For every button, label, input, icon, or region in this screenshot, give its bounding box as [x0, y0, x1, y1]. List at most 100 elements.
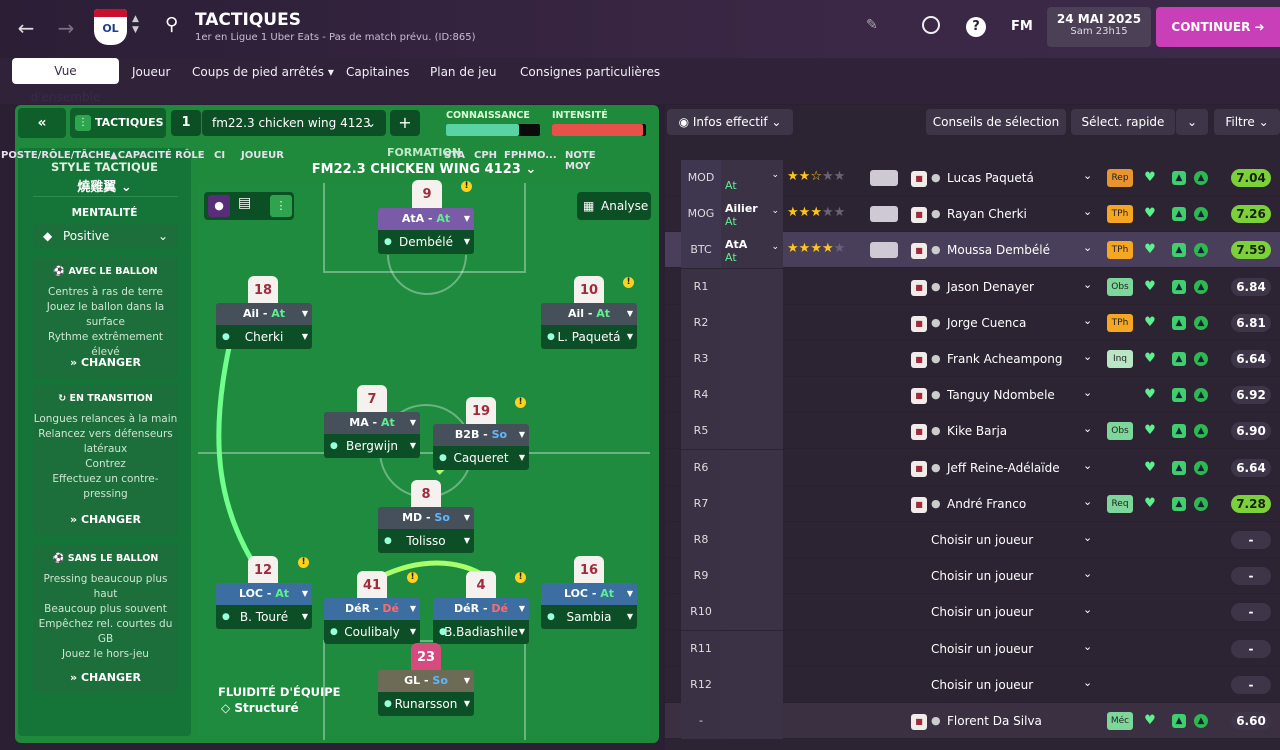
role-dropdown[interactable]: AtA - At ▼ [378, 208, 474, 230]
role-dropdown[interactable]: Ail - At ▼ [216, 303, 312, 325]
tab-instructions[interactable]: Consignes particulières [512, 60, 668, 84]
player-name[interactable]: André Franco [947, 486, 1026, 522]
player-name[interactable]: ● B.Badiashile ▼ [433, 620, 529, 644]
chevron-down-icon[interactable]: ⌄ [1176, 109, 1208, 135]
date-box[interactable]: 24 MAI 2025 Sam 23h15 [1047, 7, 1151, 47]
chevron-down-icon[interactable]: ⌄ [1083, 350, 1092, 363]
squad-info-dropdown[interactable]: ◉ Infos effectif ⌄ [667, 109, 793, 135]
tab-overview[interactable]: Vue d'ensemble [12, 58, 119, 104]
player-name[interactable]: ● Cherki ▼ [216, 325, 312, 349]
player-card[interactable]: B2B - So ▼ ● Caqueret ▼ [433, 424, 529, 470]
tab-player[interactable]: Joueur [124, 60, 178, 84]
tactic-slot[interactable]: 1 [171, 110, 201, 136]
collapse-icon[interactable]: « [18, 108, 66, 138]
table-row[interactable]: R1 ■ ● Jason Denayer ⌄ Obs ♥ ▲ ▲ 6.84 [665, 268, 1280, 305]
chevron-down-icon[interactable]: ⌄ [1083, 459, 1092, 472]
mentality-dropdown[interactable]: ◆ Positive ⌄ [33, 224, 178, 248]
back-icon[interactable]: ← [12, 16, 40, 40]
tab-captains[interactable]: Capitaines [338, 60, 417, 84]
player-name[interactable]: Choisir un joueur [931, 522, 1033, 558]
table-row[interactable]: - ■ ● Florent Da Silva Méc ♥ ▲ ▲ 6.60 [665, 703, 1280, 739]
col-position[interactable]: POSTE/RÔLE/TÂCHE [1, 150, 111, 161]
role-dropdown[interactable]: LOC - At ▼ [216, 583, 312, 605]
player-card[interactable]: AtA - At ▼ ● Dembélé ▼ [378, 208, 474, 254]
player-name[interactable]: ● Bergwijn ▼ [324, 434, 420, 458]
role-cell[interactable]: AtA At ⌄ [721, 232, 783, 269]
player-name[interactable]: Choisir un joueur [931, 631, 1033, 667]
role-dropdown[interactable]: DéR - Dé ▼ [433, 598, 529, 620]
player-name[interactable]: ● Tolisso ▼ [378, 529, 474, 553]
role-cell[interactable] [721, 413, 783, 450]
chevron-down-icon[interactable]: ⌄ [1083, 495, 1092, 508]
table-row[interactable]: MOG Ailier At ⌄ ★★★★★ ■ ● Rayan Cherki ⌄ TPh ♥ ▲ ▲ 7.… [665, 196, 1280, 233]
player-name[interactable]: Jason Denayer [947, 269, 1034, 305]
player-card[interactable]: LOC - At ▼ ● Sambia ▼ [541, 583, 637, 629]
col-mo[interactable]: MO... [527, 150, 557, 161]
tab-set-pieces[interactable]: Coups de pied arrêtés ▾ [184, 60, 342, 84]
table-row[interactable]: R11 Choisir un joueur ⌄ - [665, 630, 1280, 667]
table-row[interactable]: R9 Choisir un joueur ⌄ - [665, 558, 1280, 595]
col-ci[interactable]: CI [214, 150, 225, 161]
warning-icon[interactable]: ! [407, 572, 418, 583]
chevron-down-icon[interactable]: ⌄ [1083, 241, 1092, 254]
chevron-down-icon[interactable]: ⌄ [1083, 169, 1092, 182]
player-card[interactable]: DéR - Dé ▼ ● B.Badiashile ▼ [433, 598, 529, 644]
role-cell[interactable]: At ⌄ [721, 160, 783, 196]
player-name[interactable]: Tanguy Ndombele [947, 377, 1055, 413]
chevron-down-icon[interactable]: ⌄ [1083, 603, 1092, 616]
player-card[interactable]: Ail - At ▼ ● Cherki ▼ [216, 303, 312, 349]
player-card[interactable]: LOC - At ▼ ● B. Touré ▼ [216, 583, 312, 629]
role-dropdown[interactable]: B2B - So ▼ [433, 424, 529, 446]
player-card[interactable]: MA - At ▼ ● Bergwijn ▼ [324, 412, 420, 458]
role-cell[interactable] [721, 522, 783, 558]
role-cell[interactable] [721, 630, 783, 667]
player-card[interactable]: Ail - At ▼ ● L. Paquetá ▼ [541, 303, 637, 349]
player-name[interactable]: ● Coulibaly ▼ [324, 620, 420, 644]
chevron-down-icon[interactable]: ⌄ [1083, 422, 1092, 435]
col-cph[interactable]: CPH [474, 150, 497, 161]
table-row[interactable]: MOD At ⌄ ★★☆★★ ■ ● Lucas Paquetá ⌄ Rep ♥ ▲ ▲ 7.04 [665, 160, 1280, 196]
role-cell[interactable] [721, 594, 783, 631]
role-cell[interactable] [721, 377, 783, 414]
player-name[interactable]: Choisir un joueur [931, 558, 1033, 594]
player-card[interactable]: DéR - Dé ▼ ● Coulibaly ▼ [324, 598, 420, 644]
role-dropdown[interactable]: LOC - At ▼ [541, 583, 637, 605]
fm-menu[interactable]: FM [1011, 19, 1033, 34]
warning-icon[interactable]: ! [298, 557, 309, 568]
tactic-selector[interactable]: fm22.3 chicken wing 4123 ⌄ [202, 110, 386, 136]
player-name[interactable]: Jorge Cuenca [947, 305, 1026, 341]
change-button[interactable]: » CHANGER [33, 355, 178, 370]
role-cell[interactable]: Ailier At ⌄ [721, 196, 783, 233]
role-dropdown[interactable]: GL - So ▼ [378, 670, 474, 692]
player-name[interactable]: ● B. Touré ▼ [216, 605, 312, 629]
player-name[interactable]: ● L. Paquetá ▼ [541, 325, 637, 349]
player-name[interactable]: Frank Acheampong [947, 341, 1063, 377]
chevron-down-icon[interactable]: ⌄ [1083, 386, 1092, 399]
chevron-down-icon[interactable]: ⌄ [1083, 314, 1092, 327]
warning-icon[interactable]: ! [515, 397, 526, 408]
role-cell[interactable] [721, 485, 783, 522]
table-row[interactable]: R5 ■ ● Kike Barja ⌄ Obs ♥ ▲ ▲ 6.90 [665, 413, 1280, 450]
chevron-down-icon[interactable]: ⌄ [1083, 640, 1092, 653]
player-name[interactable]: ● Sambia ▼ [541, 605, 637, 629]
player-card[interactable]: GL - So ▼ ● Runarsson ▼ [378, 670, 474, 716]
add-tactic-button[interactable]: + [390, 110, 420, 136]
globe-icon[interactable] [922, 16, 940, 34]
warning-icon[interactable]: ! [515, 572, 526, 583]
club-logo[interactable]: OL [94, 9, 127, 45]
player-card[interactable]: MD - So ▼ ● Tolisso ▼ [378, 507, 474, 553]
selection-advice-button[interactable]: Conseils de sélection [926, 109, 1066, 135]
player-name[interactable]: Choisir un joueur [931, 667, 1033, 703]
table-row[interactable]: R7 ■ ● André Franco ⌄ Req ♥ ▲ ▲ 7.28 [665, 485, 1280, 522]
forward-icon[interactable]: → [52, 16, 80, 40]
role-dropdown[interactable]: DéR - Dé ▼ [324, 598, 420, 620]
player-name[interactable]: Kike Barja [947, 413, 1007, 449]
table-row[interactable]: R10 Choisir un joueur ⌄ - [665, 594, 1280, 631]
chevron-down-icon[interactable]: ⌄ [1083, 567, 1092, 580]
table-row[interactable]: BTC AtA At ⌄ ★★★★★ ■ ● Moussa Dembélé ⌄ TPh ♥ ▲ ▲ 7.5… [665, 232, 1280, 269]
quick-select-button[interactable]: Sélect. rapide [1071, 109, 1175, 135]
help-icon[interactable]: ? [966, 17, 986, 37]
change-button[interactable]: » CHANGER [33, 512, 178, 527]
filter-button[interactable]: Filtre ⌄ [1214, 109, 1280, 135]
col-rating[interactable]: NOTE MOY [565, 150, 615, 172]
